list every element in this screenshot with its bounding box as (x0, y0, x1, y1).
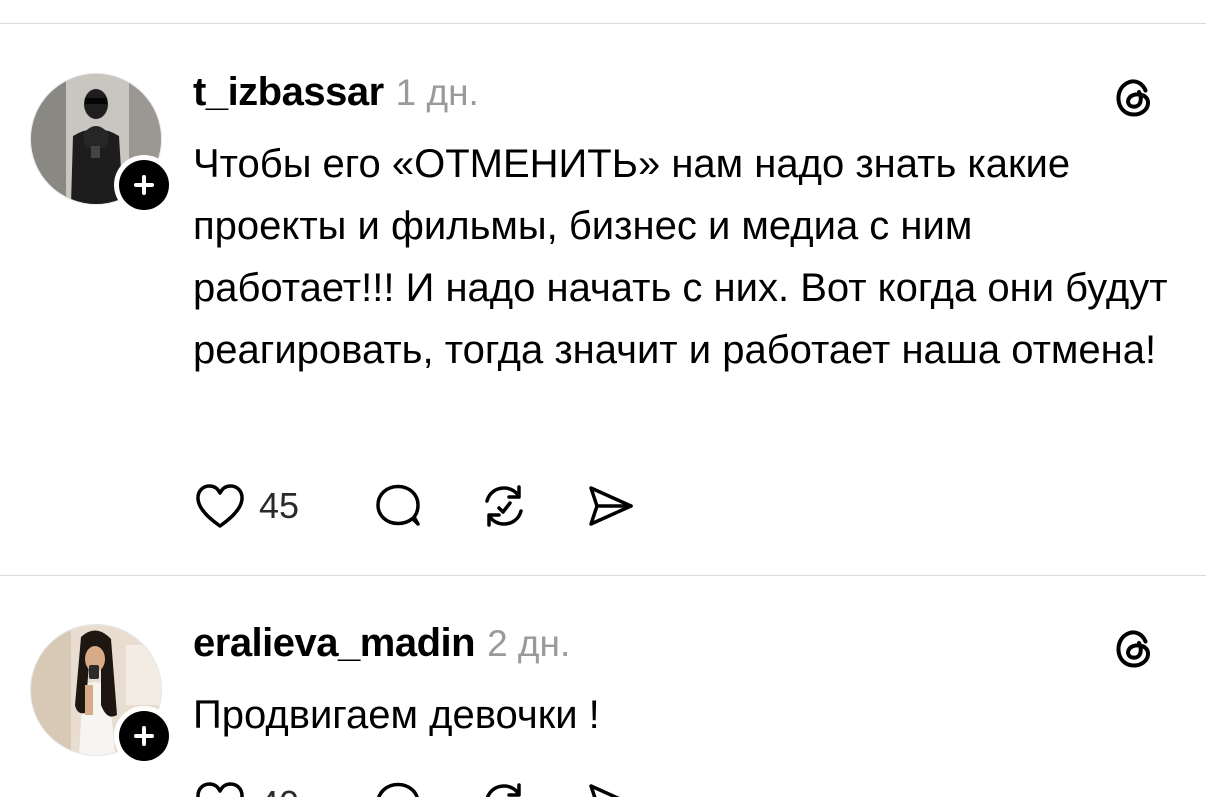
divider (0, 23, 1206, 24)
comment-button[interactable] (371, 479, 425, 533)
avatar-container[interactable] (30, 624, 174, 766)
share-icon (589, 784, 620, 797)
like-button[interactable]: 40 (193, 779, 299, 797)
threads-replies-feed: t_izbassar 1 дн. Чтобы его «ОТМЕНИТЬ» на… (0, 0, 1206, 797)
post-header: t_izbassar 1 дн. (193, 70, 479, 120)
timestamp: 2 дн. (487, 623, 571, 664)
repost-button[interactable] (477, 777, 531, 797)
threads-icon[interactable] (1110, 625, 1158, 673)
comment-button[interactable] (371, 777, 425, 797)
share-icon (589, 486, 633, 526)
share-button[interactable] (583, 479, 637, 533)
post-text: Чтобы его «ОТМЕНИТЬ» нам надо знать каки… (193, 142, 1168, 372)
plus-icon (119, 160, 169, 210)
like-count: 45 (259, 485, 300, 526)
timestamp: 1 дн. (395, 72, 479, 113)
post-actions: 45 (193, 478, 689, 534)
repost-button[interactable] (477, 479, 531, 533)
avatar-container[interactable] (30, 73, 174, 215)
repost-icon (485, 485, 523, 527)
follow-button[interactable] (114, 706, 174, 766)
username[interactable]: eralieva_madin (193, 621, 476, 666)
heart-icon (196, 484, 244, 528)
post-text: Продвигаем девочки ! (193, 693, 600, 737)
plus-icon (119, 711, 169, 761)
post-header: eralieva_madin 2 дн. (193, 621, 570, 671)
like-button[interactable]: 45 (193, 481, 299, 531)
heart-icon (196, 782, 244, 797)
comment-icon (376, 484, 420, 526)
threads-icon[interactable] (1110, 74, 1158, 122)
username[interactable]: t_izbassar (193, 70, 384, 115)
post-actions: 40 (193, 776, 689, 797)
repost-icon (485, 783, 521, 797)
like-count: 40 (259, 783, 299, 797)
follow-button[interactable] (114, 155, 174, 215)
share-button[interactable] (583, 777, 637, 797)
divider (0, 575, 1206, 576)
comment-icon (377, 782, 419, 797)
